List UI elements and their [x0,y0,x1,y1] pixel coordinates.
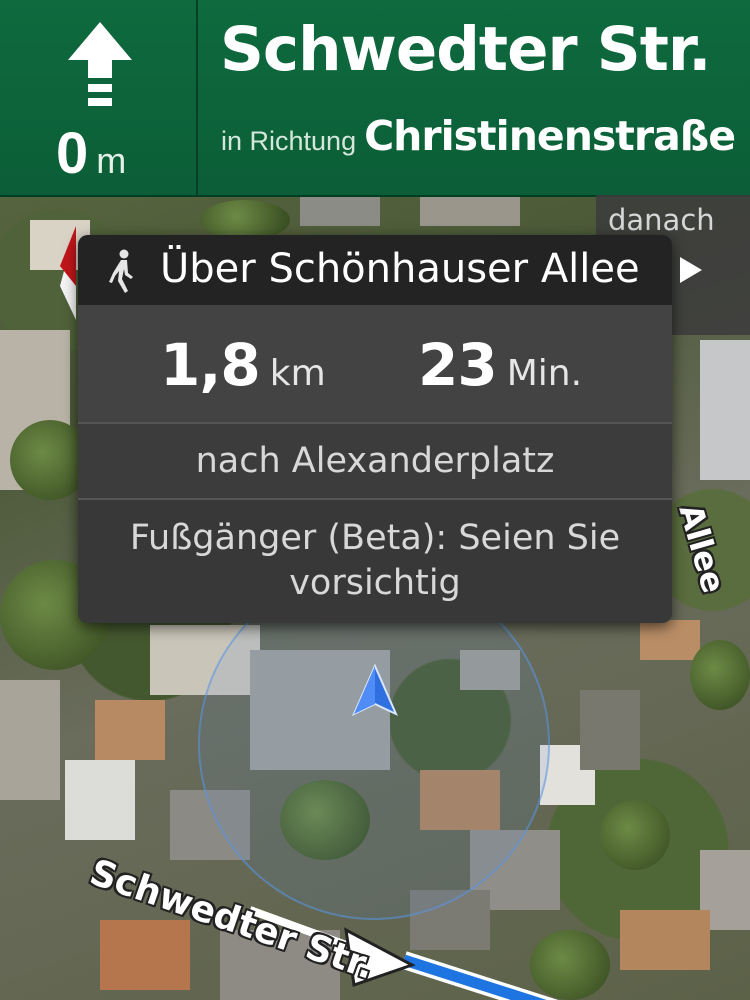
route-distance: 1,8 km [160,331,326,399]
distance-to-turn: 0m [56,120,126,187]
warning-line: vorsichtig [289,563,461,603]
current-street: Schwedter Str. [220,14,711,85]
direction-line: in Richtung Christinenstraße [221,112,736,160]
navigation-arrow-icon [352,664,398,717]
compass-needle-icon[interactable] [60,226,80,320]
warning-line: Fußgänger (Beta): Seien Sie [129,518,621,558]
toward-street: Christinenstraße [364,112,736,160]
route-name: Über Schönhauser Allee [160,246,640,292]
warning-text: Fußgänger (Beta): Seien Sie vorsichtig [78,501,672,623]
route-stats: 1,8 km 23 Min. [78,305,672,424]
straight-arrow-icon [68,22,132,106]
route-duration-unit: Min. [506,353,583,394]
play-arrow-icon[interactable] [680,257,702,283]
destination-text: nach Alexanderplatz [78,424,672,500]
route-header: Über Schönhauser Allee [78,235,672,305]
pedestrian-icon [109,249,133,293]
navigation-header: 0m Schwedter Str. in Richtung Christinens… [0,0,750,197]
turn-indicator[interactable]: 0m [0,0,198,195]
route-info-card[interactable]: Über Schönhauser Allee 1,8 km 23 Min. nach… [78,235,672,623]
distance-unit: m [96,140,127,181]
route-distance-value: 1,8 [160,331,261,399]
next-step-label: danach [608,203,715,237]
route-duration: 23 Min. [418,331,582,399]
route-duration-value: 23 [418,331,498,399]
toward-prefix: in Richtung [221,126,357,156]
distance-value: 0 [56,121,89,186]
route-distance-unit: km [269,353,326,394]
